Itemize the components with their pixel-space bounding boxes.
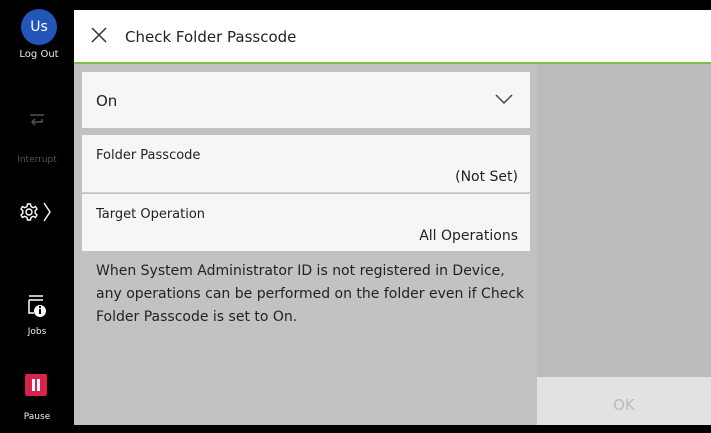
jobs-label: Jobs: [27, 327, 47, 337]
settings-button[interactable]: [0, 200, 74, 228]
ok-button[interactable]: OK: [537, 377, 711, 425]
gear-icon: [20, 203, 38, 221]
header-bar: Check Folder Passcode: [74, 10, 711, 64]
target-operation-value: All Operations: [419, 228, 518, 244]
jobs-icon[interactable]: [0, 293, 74, 325]
chevron-down-icon: [495, 94, 513, 105]
pause-icon[interactable]: [25, 374, 47, 396]
interrupt-label: Interrupt: [17, 155, 57, 165]
target-operation-label: Target Operation: [96, 207, 206, 222]
settings-panel: On Folder Passcode (Not Set) Target Oper…: [74, 64, 537, 425]
folder-passcode-label: Folder Passcode: [96, 148, 201, 163]
left-rail: Us Log Out Interrupt Jobs Pause: [0, 0, 74, 425]
interrupt-icon[interactable]: [0, 110, 74, 134]
folder-passcode-value: (Not Set): [455, 169, 518, 185]
close-icon[interactable]: [88, 24, 110, 46]
pause-label: Pause: [23, 412, 51, 422]
mode-dropdown[interactable]: On: [82, 72, 530, 128]
user-avatar[interactable]: Us: [21, 9, 57, 45]
mode-value: On: [96, 92, 118, 110]
logout-label[interactable]: Log Out: [0, 49, 78, 60]
ok-label: OK: [613, 396, 635, 414]
chevron-right-icon: [43, 202, 51, 222]
folder-passcode-row[interactable]: Folder Passcode (Not Set): [82, 135, 530, 193]
target-operation-row[interactable]: Target Operation All Operations: [82, 194, 530, 251]
page-title: Check Folder Passcode: [125, 28, 297, 46]
side-panel: [537, 64, 711, 377]
info-note: When System Administrator ID is not regi…: [96, 263, 525, 325]
